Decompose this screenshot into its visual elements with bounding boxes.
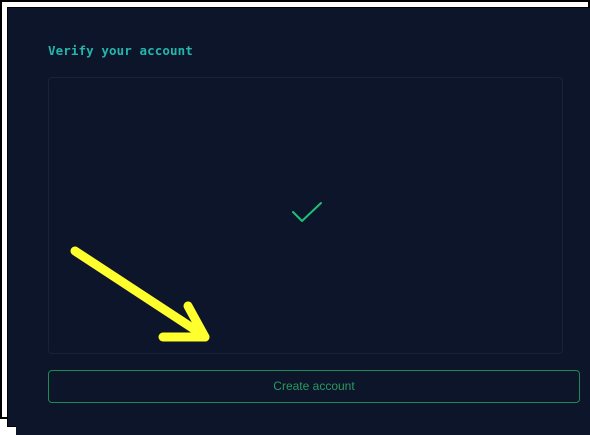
create-account-button[interactable]: Create account xyxy=(48,370,580,403)
verification-area xyxy=(48,77,563,354)
verify-panel: Verify your account Create account xyxy=(16,16,590,435)
window-frame: Verify your account Create account xyxy=(7,7,590,435)
checkmark-icon xyxy=(292,202,322,222)
panel-title: Verify your account xyxy=(48,43,193,58)
screenshot-frame: Verify your account Create account xyxy=(0,0,590,435)
